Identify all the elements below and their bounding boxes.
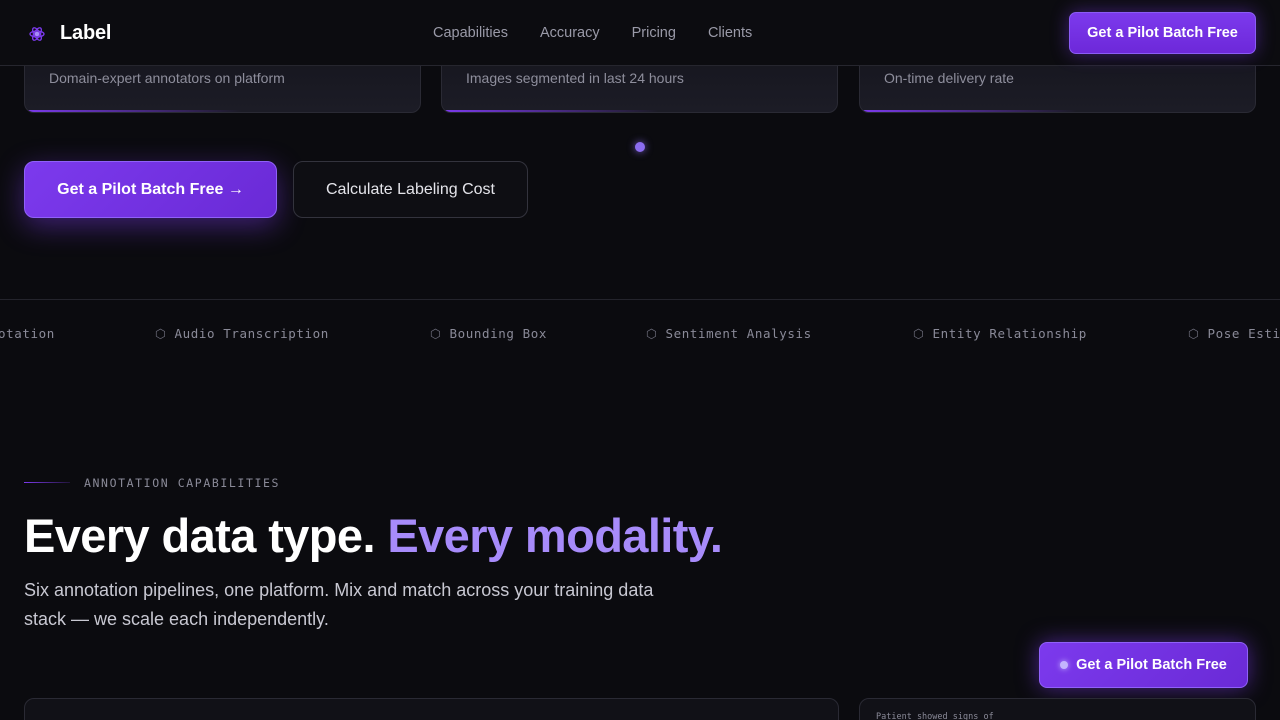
nav-link-capabilities[interactable]: Capabilities (433, 25, 508, 41)
stat-accent-bar (25, 110, 243, 112)
floating-pilot-batch-button[interactable]: Get a Pilot Batch Free (1039, 642, 1248, 688)
pilot-batch-button[interactable]: Get a Pilot Batch Free → (24, 161, 277, 218)
stat-accent-bar (442, 110, 660, 112)
marquee-item: ⬡ Sentiment Analysis (646, 326, 812, 341)
capabilities-marquee: otation ⬡ Audio Transcription ⬡ Bounding B… (0, 299, 1280, 367)
atom-logo-icon (28, 25, 46, 43)
marquee-item-label: otation (0, 326, 55, 341)
hexagon-icon: ⬡ (646, 326, 658, 341)
nav-link-clients[interactable]: Clients (708, 25, 752, 41)
hexagon-icon: ⬡ (913, 326, 925, 341)
stat-accent-bar (860, 110, 1078, 112)
preview-snippet: Patient showed signs of (876, 712, 994, 720)
headline-accent: Every modality. (387, 509, 723, 562)
nav-pilot-batch-button[interactable]: Get a Pilot Batch Free (1069, 12, 1256, 54)
capability-panel (24, 698, 839, 720)
floating-cta-label: Get a Pilot Batch Free (1076, 657, 1227, 673)
nav-link-pricing[interactable]: Pricing (632, 25, 676, 41)
eyebrow-divider (24, 482, 70, 483)
section-eyebrow: ANNOTATION CAPABILITIES (84, 476, 281, 490)
brand-logo[interactable]: Label (28, 22, 111, 45)
marquee-item-label: Entity Relationship (932, 326, 1087, 341)
stat-label: Images segmented in last 24 hours (466, 70, 684, 86)
stat-label: On-time delivery rate (884, 70, 1014, 86)
nav-links: Capabilities Accuracy Pricing Clients (433, 25, 752, 41)
carousel-indicator-dot[interactable] (635, 142, 645, 152)
section-headline: Every data type. Every modality. (24, 508, 723, 563)
calculate-cost-button[interactable]: Calculate Labeling Cost (293, 161, 528, 218)
brand-name: Label (60, 22, 112, 44)
marquee-item: ⬡ Pose Esti (1188, 326, 1280, 341)
headline-main: Every data type. (24, 509, 388, 562)
hexagon-icon: ⬡ (155, 326, 167, 341)
marquee-item: ⬡ Audio Transcription (155, 326, 329, 341)
marquee-item-label: Bounding Box (449, 326, 548, 341)
marquee-item-label: Pose Esti (1207, 326, 1280, 341)
marquee-item: ⬡ Entity Relationship (913, 326, 1087, 341)
marquee-item: otation (0, 326, 55, 341)
pulse-dot-icon (1060, 661, 1069, 669)
marquee-item-label: Audio Transcription (174, 326, 329, 341)
section-subhead: Six annotation pipelines, one platform. … (24, 580, 654, 629)
marquee-item-label: Sentiment Analysis (665, 326, 812, 341)
stat-label: Domain-expert annotators on platform (49, 70, 285, 86)
hexagon-icon: ⬡ (430, 326, 442, 341)
marquee-item: ⬡ Bounding Box (430, 326, 547, 341)
top-nav: Label Capabilities Accuracy Pricing Clie… (0, 0, 1280, 66)
nav-link-accuracy[interactable]: Accuracy (540, 25, 600, 41)
hexagon-icon: ⬡ (1188, 326, 1200, 341)
preview-panel: Patient showed signs of (859, 698, 1256, 720)
